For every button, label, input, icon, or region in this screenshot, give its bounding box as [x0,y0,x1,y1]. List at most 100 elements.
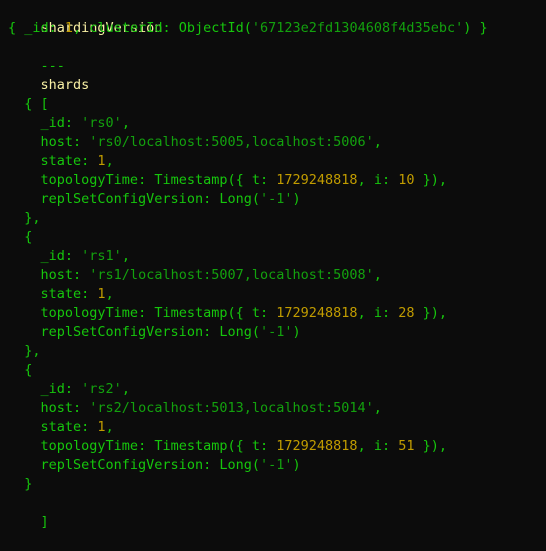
id-value: 1 [64,20,74,36]
comma: , [121,248,130,264]
shard-object-close: } [8,475,546,494]
divider-line: --- [8,38,546,74]
shard-host-line: host: 'rs0/localhost:5005,localhost:5006… [8,133,546,152]
object-close: }, [8,210,41,226]
shard-state-value: 1 [97,286,106,302]
state-key: state [40,419,82,435]
cluster-id-value: '67123e2fd1304608f4d35ebc' [251,20,464,36]
t-value: 1729248818 [276,438,358,454]
colon: : [203,324,220,340]
t-value: 1729248818 [276,305,358,321]
colon: : [260,438,277,454]
timestamp-close: }), [414,438,448,454]
shard-state-value: 1 [97,153,106,169]
colon: : [381,438,399,454]
i-key: i [373,305,382,321]
i-value: 28 [398,305,415,321]
colon: : [81,153,98,169]
shard-object-close: }, [8,209,546,228]
shard-host-value: 'rs0/localhost:5005,localhost:5006' [89,134,374,150]
brace-close: ) } [463,20,488,36]
shard-repl-line: replSetConfigVersion: Long('-1') [8,190,546,209]
shard-topology-line: topologyTime: Timestamp({ t: 1729248818,… [8,304,546,323]
colon: : [64,115,82,131]
shards-heading: shards [8,57,546,93]
comma: , [121,115,130,131]
id-key: _id [24,20,49,36]
colon: : [73,134,90,150]
id-key: _id [40,381,65,397]
timestamp-close: }), [414,172,448,188]
colon: : [381,172,399,188]
cluster-id-key: clusterId [89,20,163,36]
shard-host-value: 'rs1/localhost:5007,localhost:5008' [89,267,374,283]
repl-value: '-1' [259,324,293,340]
object-open: { [8,362,33,378]
comma: , [105,286,114,302]
array-close-line: ] [8,494,546,530]
i-key: i [373,172,382,188]
colon: : [203,191,220,207]
colon: : [73,267,90,283]
objectid-func: ObjectId( [178,20,252,36]
shard-topology-line: topologyTime: Timestamp({ t: 1729248818,… [8,437,546,456]
array-open: [ [40,96,49,112]
colon: : [138,172,155,188]
i-key: i [373,438,382,454]
shard-host-line: host: 'rs1/localhost:5007,localhost:5008… [8,266,546,285]
comma: , [373,267,382,283]
comma: , [105,419,114,435]
shard-object-open: { [8,95,546,114]
shard-object-close: }, [8,342,546,361]
shard-id-value: 'rs0' [81,115,122,131]
shard-state-line: state: 1, [8,418,546,437]
shard-object-open: { [8,228,546,247]
colon: : [81,419,98,435]
t-value: 1729248818 [276,172,358,188]
t-key: t [251,438,261,454]
topology-key: topologyTime [40,172,139,188]
array-close: ] [40,514,49,530]
long-close: ) [292,457,301,473]
colon: : [260,172,277,188]
repl-key: replSetConfigVersion [40,324,204,340]
state-key: state [40,153,82,169]
colon: : [138,305,155,321]
long-func: Long( [219,191,260,207]
comma: , [105,153,114,169]
comma: , [373,134,382,150]
timestamp-func: Timestamp({ [154,172,252,188]
host-key: host [40,400,74,416]
id-key: _id [40,115,65,131]
colon: : [381,305,399,321]
shard-topology-line: topologyTime: Timestamp({ t: 1729248818,… [8,171,546,190]
host-key: host [40,134,74,150]
shard-state-line: state: 1, [8,285,546,304]
i-value: 51 [398,438,415,454]
repl-key: replSetConfigVersion [40,191,204,207]
divider: --- [40,58,65,74]
colon: : [73,400,90,416]
timestamp-func: Timestamp({ [154,438,252,454]
shard-state-line: state: 1, [8,152,546,171]
repl-value: '-1' [259,191,293,207]
id-key: _id [40,248,65,264]
long-close: ) [292,191,301,207]
shard-id-line: _id: 'rs2', [8,380,546,399]
colon: : [48,20,65,36]
shard-host-value: 'rs2/localhost:5013,localhost:5014' [89,400,374,416]
shards-title: shards [40,77,90,93]
shard-state-value: 1 [97,419,106,435]
repl-key: replSetConfigVersion [40,457,204,473]
separator: , [357,172,374,188]
repl-value: '-1' [259,457,293,473]
long-close: ) [292,324,301,340]
topology-key: topologyTime [40,438,139,454]
